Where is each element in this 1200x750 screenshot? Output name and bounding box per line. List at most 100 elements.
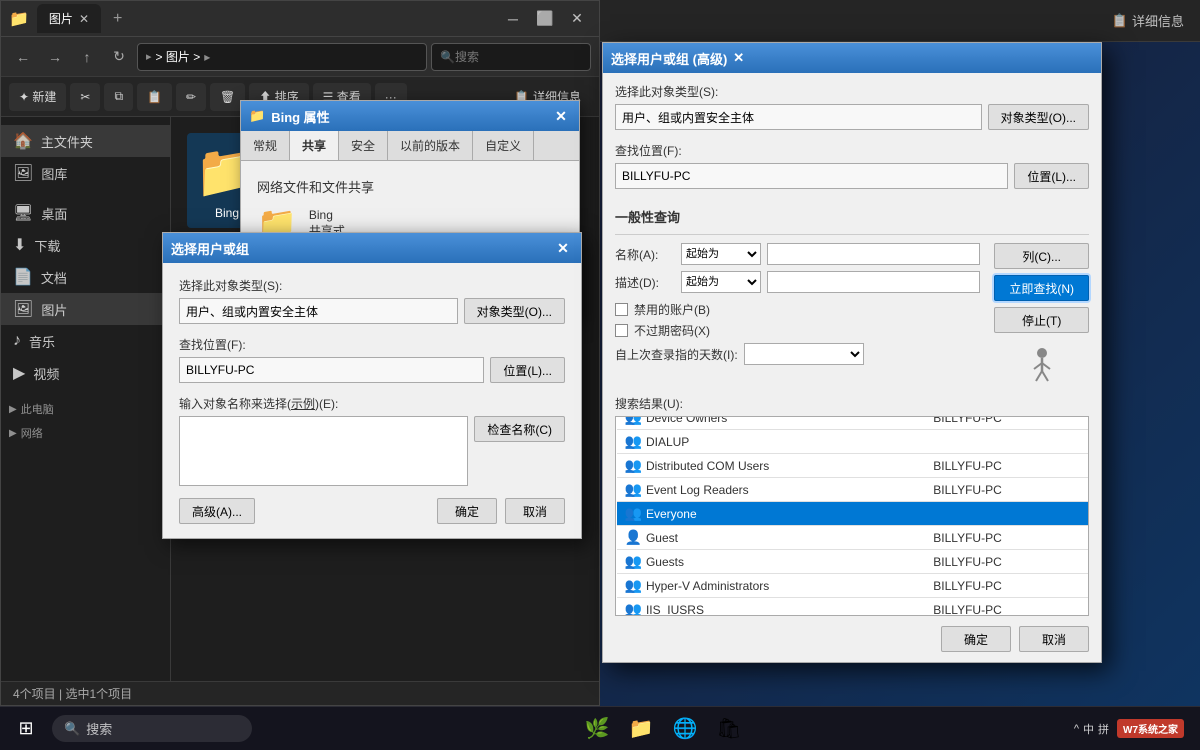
sidebar-item-videos[interactable]: ▶ 视频 xyxy=(1,357,170,389)
adv-location-input[interactable] xyxy=(615,163,1008,189)
new-tab-btn[interactable]: + xyxy=(113,10,122,28)
explorer-tab[interactable]: 图片 ✕ xyxy=(37,4,101,33)
adv-ok-btn[interactable]: 确定 xyxy=(941,626,1011,652)
sidebar-item-desktop[interactable]: 🖥 桌面 xyxy=(1,197,170,229)
sidebar-item-music[interactable]: ♪ 音乐 xyxy=(1,325,170,357)
sidebar-item-gallery[interactable]: 🖼 图库 xyxy=(1,157,170,189)
adv-object-type-label: 选择此对象类型(S): xyxy=(615,83,1089,100)
select-user-close[interactable]: ✕ xyxy=(553,238,573,258)
object-name-textarea[interactable] xyxy=(179,416,468,486)
adv-object-type-btn[interactable]: 对象类型(O)... xyxy=(988,104,1089,130)
adv-location-label: 查找位置(F): xyxy=(615,142,1089,159)
paste-button[interactable]: 📋 xyxy=(137,83,172,111)
advanced-btn[interactable]: 高级(A)... xyxy=(179,498,255,524)
sidebar-item-home[interactable]: 🏠 主文件夹 xyxy=(1,125,170,157)
adv-cancel-btn[interactable]: 取消 xyxy=(1019,626,1089,652)
new-button[interactable]: ✦ 新建 xyxy=(9,83,66,111)
name-row: 名称(A): 起始为 xyxy=(615,243,980,265)
tab-security[interactable]: 安全 xyxy=(339,131,388,160)
sidebar-item-pictures[interactable]: 🖼 图片 xyxy=(1,293,170,325)
adv-object-type-input[interactable] xyxy=(615,104,982,130)
desc-input[interactable] xyxy=(767,271,980,293)
adv-location-btn[interactable]: 位置(L)... xyxy=(1014,163,1089,189)
taskbar-folder-icon[interactable]: 📁 xyxy=(623,711,659,747)
cut-button[interactable]: ✂ xyxy=(70,83,100,111)
desc-condition-select[interactable]: 起始为 xyxy=(681,271,761,293)
desktop-icon: 🖥 xyxy=(13,203,33,223)
tray-pinyin[interactable]: 拼 xyxy=(1098,721,1109,737)
minimize-btn[interactable]: ─ xyxy=(499,5,527,33)
tab-sharing[interactable]: 共享 xyxy=(290,131,339,160)
up-btn[interactable]: ↑ xyxy=(73,43,101,71)
result-row[interactable]: 👥Event Log ReadersBILLYFU-PC xyxy=(617,478,1088,502)
taskbar-nature-icon[interactable]: 🌿 xyxy=(579,711,615,747)
list-btn[interactable]: 列(C)... xyxy=(994,243,1089,269)
no-expire-label: 不过期密码(X) xyxy=(634,322,710,339)
result-row[interactable]: 👥IIS_IUSRSBILLYFU-PC xyxy=(617,598,1088,617)
tab-close-btn[interactable]: ✕ xyxy=(79,12,89,26)
refresh-btn[interactable]: ↻ xyxy=(105,43,133,71)
close-btn[interactable]: ✕ xyxy=(563,5,591,33)
object-type-btn[interactable]: 对象类型(O)... xyxy=(464,298,565,324)
start-button[interactable]: ⊞ xyxy=(8,711,44,747)
address-bar[interactable]: ▸ > 图片 > ▸ xyxy=(137,43,427,71)
detail-text-right: 详细信息 xyxy=(1132,11,1184,30)
detail-btn-right[interactable]: 📋 详细信息 xyxy=(1112,11,1184,30)
this-pc-label: 此电脑 xyxy=(21,401,54,417)
network-section[interactable]: ▶ 网络 xyxy=(1,421,170,445)
find-btn[interactable]: 立即查找(N) xyxy=(994,275,1089,301)
top-right-panel: 📋 详细信息 xyxy=(600,0,1200,42)
adv-object-type-group: 对象类型(O)... xyxy=(615,104,1089,130)
tab-customize[interactable]: 自定义 xyxy=(473,131,534,160)
adv-dialog-title: 选择用户或组 (高级) xyxy=(611,49,727,68)
this-pc-section[interactable]: ▶ 此电脑 xyxy=(1,397,170,421)
file-name-bing: Bing xyxy=(215,206,239,220)
tray-lang[interactable]: 中 xyxy=(1083,721,1094,737)
maximize-btn[interactable]: ⬜ xyxy=(531,5,559,33)
name-condition-select[interactable]: 起始为 xyxy=(681,243,761,265)
select-user-cancel-btn[interactable]: 取消 xyxy=(505,498,565,524)
stop-btn[interactable]: 停止(T) xyxy=(994,307,1089,333)
select-user-footer: 高级(A)... 确定 取消 xyxy=(179,498,565,524)
tab-general[interactable]: 常规 xyxy=(241,131,290,160)
disabled-checkbox[interactable] xyxy=(615,303,628,316)
tab-previous-versions[interactable]: 以前的版本 xyxy=(388,131,473,160)
forward-btn[interactable]: → xyxy=(41,43,69,71)
result-row[interactable]: 👥Distributed COM UsersBILLYFU-PC xyxy=(617,454,1088,478)
result-row[interactable]: 👥GuestsBILLYFU-PC xyxy=(617,550,1088,574)
result-row[interactable]: 👤GuestBILLYFU-PC xyxy=(617,526,1088,550)
copy-button[interactable]: ⧉ xyxy=(104,83,133,111)
result-row[interactable]: 👥Hyper-V AdministratorsBILLYFU-PC xyxy=(617,574,1088,598)
object-type-label: 选择此对象类型(S): xyxy=(179,277,565,294)
location-btn[interactable]: 位置(L)... xyxy=(490,357,565,383)
results-scroll[interactable]: 名称 所在文件夹 👥DefaultAccountBILLYFU-PC👥Devic… xyxy=(615,416,1089,616)
rename-button[interactable]: ✏ xyxy=(176,83,206,111)
result-row[interactable]: 👥Device OwnersBILLYFU-PC xyxy=(617,416,1088,430)
days-spinner[interactable] xyxy=(744,343,864,365)
adv-dialog-close[interactable]: ✕ xyxy=(733,50,744,66)
no-expire-checkbox[interactable] xyxy=(615,324,628,337)
result-name-cell: 👥Event Log Readers xyxy=(617,478,926,502)
taskbar-search[interactable]: 🔍 搜索 xyxy=(52,715,252,742)
advanced-select-dialog: 选择用户或组 (高级) ✕ 选择此对象类型(S): 对象类型(O)... 查找位… xyxy=(602,42,1102,663)
sidebar-label-documents: 文档 xyxy=(41,268,67,287)
object-type-input-group: 对象类型(O)... xyxy=(179,298,565,324)
select-user-ok-btn[interactable]: 确定 xyxy=(437,498,497,524)
documents-icon: 📄 xyxy=(13,267,33,287)
bing-dialog-close[interactable]: ✕ xyxy=(551,106,571,126)
tray-up-arrow[interactable]: ^ xyxy=(1074,723,1079,735)
name-input[interactable] xyxy=(767,243,980,265)
select-user-titlebar: 选择用户或组 ✕ xyxy=(163,233,581,263)
taskbar-edge-icon[interactable]: 🌐 xyxy=(667,711,703,747)
object-type-input[interactable] xyxy=(179,298,458,324)
sidebar-item-downloads[interactable]: ⬇ 下载 xyxy=(1,229,170,261)
check-name-btn[interactable]: 检查名称(C) xyxy=(474,416,565,442)
result-row[interactable]: 👥Everyone xyxy=(617,502,1088,526)
search-bar[interactable]: 🔍 搜索 xyxy=(431,43,591,71)
bing-dialog-icon: 📁 xyxy=(249,108,265,124)
taskbar-store-icon[interactable]: 🛍 xyxy=(711,711,747,747)
location-input[interactable] xyxy=(179,357,484,383)
sidebar-item-documents[interactable]: 📄 文档 xyxy=(1,261,170,293)
back-btn[interactable]: ← xyxy=(9,43,37,71)
result-row[interactable]: 👥DIALUP xyxy=(617,430,1088,454)
